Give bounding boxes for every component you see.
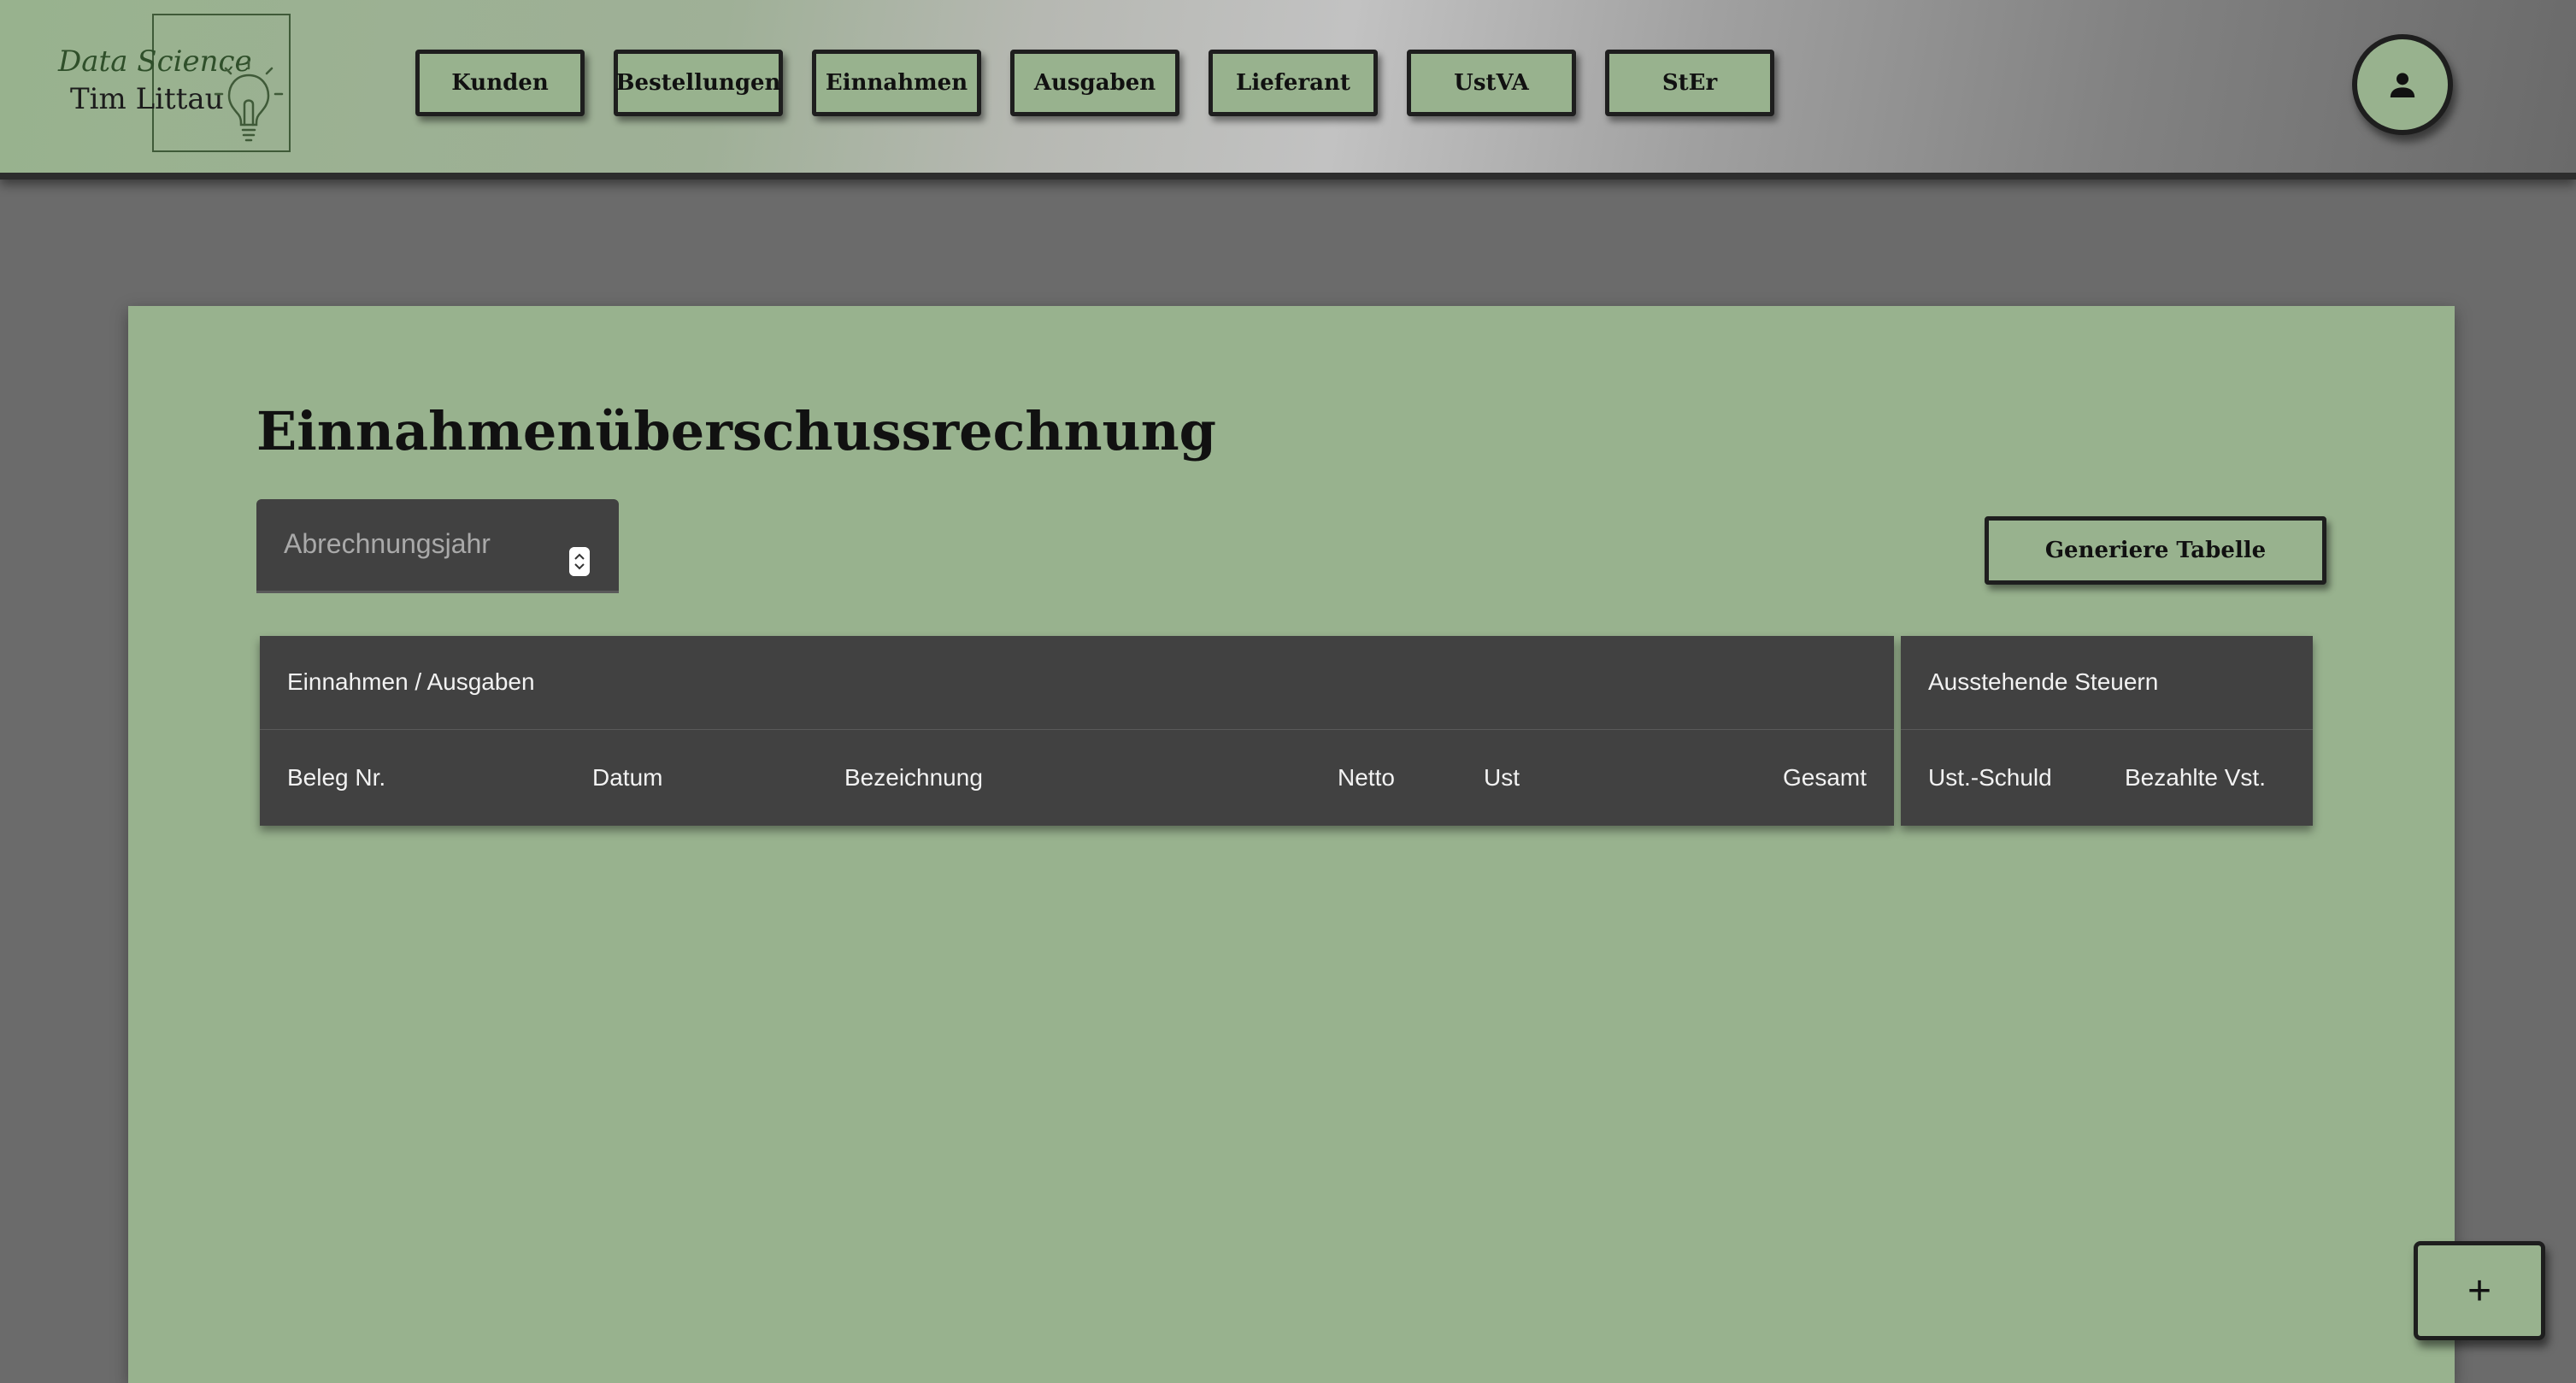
logo-name: Tim Littau bbox=[70, 82, 224, 116]
logo[interactable]: Data Science Tim Littau bbox=[51, 14, 291, 154]
year-select[interactable]: Abrechnungsjahr bbox=[256, 499, 619, 593]
column-header-beleg-nr[interactable]: Beleg Nr. bbox=[287, 764, 385, 792]
page-title: Einnahmenüberschussrechnung bbox=[256, 400, 1217, 462]
column-header-ust-schuld[interactable]: Ust.-Schuld bbox=[1928, 764, 2052, 792]
nav-ster-button[interactable]: StEr bbox=[1605, 50, 1774, 116]
nav-lieferant-button[interactable]: Lieferant bbox=[1209, 50, 1378, 116]
nav-kunden-button[interactable]: Kunden bbox=[415, 50, 585, 116]
pending-taxes-table: Ausstehende Steuern Ust.-Schuld Bezahlte… bbox=[1901, 636, 2313, 826]
account-button[interactable] bbox=[2352, 34, 2453, 135]
stepper-icon[interactable] bbox=[569, 547, 590, 576]
content-card: Einnahmenüberschussrechnung Abrechnungsj… bbox=[128, 306, 2455, 1383]
column-header-datum[interactable]: Datum bbox=[592, 764, 662, 792]
group-header-income-expense: Einnahmen / Ausgaben bbox=[287, 668, 535, 695]
column-header-netto[interactable]: Netto bbox=[1338, 764, 1395, 792]
column-header-bezeichnung[interactable]: Bezeichnung bbox=[844, 764, 983, 792]
table-group-header: Einnahmen / Ausgaben bbox=[260, 636, 1894, 730]
column-header-bezahlte-vst[interactable]: Bezahlte Vst. bbox=[2125, 764, 2266, 792]
group-header-pending-taxes: Ausstehende Steuern bbox=[1928, 668, 2159, 695]
column-header-ust[interactable]: Ust bbox=[1484, 764, 1520, 792]
income-expense-table: Einnahmen / Ausgaben Beleg Nr. Datum Bez… bbox=[260, 636, 1894, 826]
year-select-placeholder: Abrechnungsjahr bbox=[284, 528, 491, 559]
lightbulb-icon bbox=[214, 60, 284, 142]
person-icon bbox=[2390, 73, 2415, 97]
nav-bestellungen-button[interactable]: Bestellungen bbox=[614, 50, 783, 116]
column-header-gesamt[interactable]: Gesamt bbox=[1783, 764, 1867, 792]
nav-ausgaben-button[interactable]: Ausgaben bbox=[1010, 50, 1179, 116]
top-app-bar: Data Science Tim Littau Kunden Bestellun… bbox=[0, 0, 2576, 179]
nav-einnahmen-button[interactable]: Einnahmen bbox=[812, 50, 981, 116]
nav-ustva-button[interactable]: UstVA bbox=[1407, 50, 1576, 116]
generate-table-button[interactable]: Generiere Tabelle bbox=[1985, 516, 2326, 585]
table-group-header: Ausstehende Steuern bbox=[1901, 636, 2313, 730]
add-button[interactable]: + bbox=[2414, 1241, 2545, 1340]
